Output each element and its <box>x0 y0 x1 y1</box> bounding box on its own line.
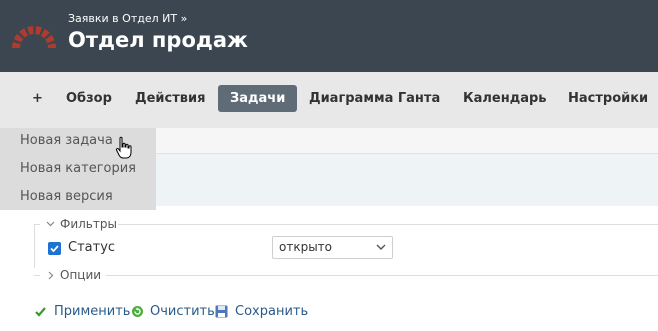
tab-issues[interactable]: Задачи <box>218 85 298 112</box>
tab-gantt[interactable]: Диаграмма Ганта <box>297 85 452 112</box>
tab-settings[interactable]: Настройки <box>556 85 658 112</box>
filters-legend[interactable]: Фильтры <box>60 217 117 231</box>
filters-fieldset-border <box>118 224 658 225</box>
chevron-right-icon[interactable] <box>46 271 55 280</box>
reload-icon <box>132 306 143 317</box>
status-filter-select[interactable]: открыто <box>272 236 393 259</box>
checkmark-icon <box>35 307 46 317</box>
save-query-button[interactable]: Сохранить <box>235 304 308 319</box>
apply-button[interactable]: Применить <box>54 304 130 319</box>
new-issue-link[interactable]: Новая задача <box>20 133 113 148</box>
tab-overview[interactable]: Обзор <box>54 85 124 112</box>
hand-cursor-icon <box>115 136 132 159</box>
filters-fieldset-border <box>34 224 35 268</box>
main-menu: + Обзор Действия Задачи Диаграмма Ганта … <box>0 72 658 128</box>
tab-calendar[interactable]: Календарь <box>451 85 559 112</box>
new-category-link[interactable]: Новая категория <box>20 161 136 176</box>
tab-activity[interactable]: Действия <box>123 85 217 112</box>
status-filter-checkbox[interactable] <box>48 242 61 255</box>
status-filter-value: открыто <box>279 240 333 254</box>
project-header: Заявки в Отдел ИТ » Отдел продаж <box>0 0 658 72</box>
clear-button[interactable]: Очистить <box>150 304 215 319</box>
arc-logo-icon <box>12 26 56 49</box>
options-fieldset-border <box>34 275 40 276</box>
new-object-button[interactable]: + <box>20 85 55 112</box>
options-fieldset-border <box>106 275 658 276</box>
chevron-down-icon[interactable] <box>46 219 55 228</box>
parent-project-link[interactable]: Заявки в Отдел ИТ » <box>68 12 187 25</box>
options-legend[interactable]: Опции <box>60 268 101 282</box>
save-disk-icon <box>215 305 228 318</box>
status-filter-label: Статус <box>68 240 116 255</box>
chevron-down-icon <box>376 244 386 250</box>
project-title: Отдел продаж <box>68 28 248 52</box>
new-version-link[interactable]: Новая версия <box>20 189 113 204</box>
